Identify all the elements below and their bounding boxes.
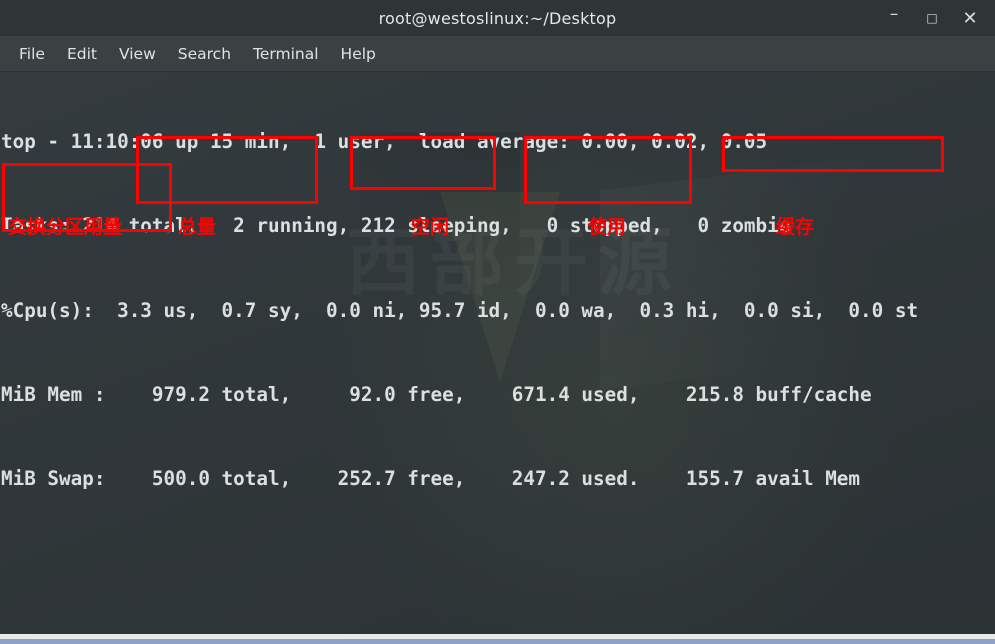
menu-item-help[interactable]: Help: [330, 43, 387, 65]
top-summary-line-tasks: Tasks: 214 total, 2 running, 212 sleepin…: [1, 214, 791, 238]
menu-item-edit[interactable]: Edit: [56, 43, 108, 65]
minimize-icon[interactable]: –: [875, 0, 913, 40]
top-blank-line: [0, 550, 995, 578]
menu-item-file[interactable]: File: [8, 43, 56, 65]
title-bar: root@westoslinux:~/Desktop – □ ✕: [0, 0, 995, 37]
close-icon[interactable]: ✕: [951, 0, 989, 36]
top-output: top - 11:10:06 up 15 min, 1 user, load a…: [0, 72, 995, 644]
window-controls: – □ ✕: [875, 0, 989, 36]
top-summary-line-cpu: %Cpu(s): 3.3 us, 0.7 sy, 0.0 ni, 95.7 id…: [1, 298, 919, 322]
top-summary-line-mem: MiB Mem : 979.2 total, 92.0 free, 671.4 …: [1, 383, 872, 407]
menu-item-terminal[interactable]: Terminal: [242, 43, 330, 65]
maximize-icon[interactable]: □: [913, 0, 951, 36]
menu-item-view[interactable]: View: [108, 43, 167, 65]
terminal-output-area[interactable]: 西部开源 top - 11:10:06 up 15 min, 1 user, l…: [0, 72, 995, 644]
top-summary-line-uptime: top - 11:10:06 up 15 min, 1 user, load a…: [1, 130, 768, 154]
menu-bar: File Edit View Search Terminal Help: [0, 36, 995, 72]
horizontal-scrollbar[interactable]: [0, 639, 995, 644]
top-summary-line-swap: MiB Swap: 500.0 total, 252.7 free, 247.2…: [1, 467, 861, 491]
menu-item-search[interactable]: Search: [167, 43, 242, 65]
window-title: root@westoslinux:~/Desktop: [378, 8, 617, 28]
terminal-window: root@westoslinux:~/Desktop – □ ✕ File Ed…: [0, 0, 995, 644]
